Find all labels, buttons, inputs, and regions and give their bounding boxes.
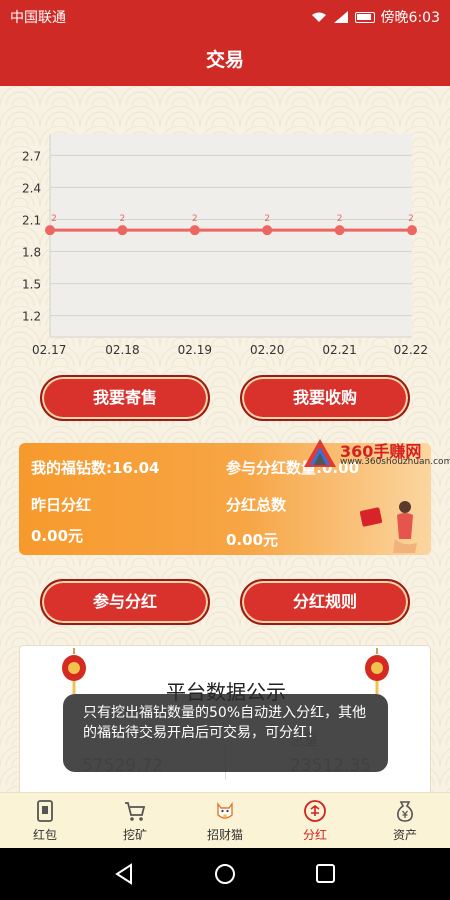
total-value: 0.00元 bbox=[226, 531, 279, 549]
page-title-bar: 交易 bbox=[0, 34, 450, 86]
dividend-rules-button[interactable]: 分红规则 bbox=[240, 579, 410, 625]
tab-dividend[interactable]: 分红 bbox=[270, 793, 360, 848]
data-point bbox=[189, 225, 200, 236]
yesterday-value: 0.00元 bbox=[31, 527, 84, 545]
y-tick-label: 1.8 bbox=[22, 246, 41, 260]
tab-red-packet-label: 红包 bbox=[32, 827, 57, 842]
watermark: 360手赚网 www.360shouzhuan.com bbox=[296, 435, 450, 471]
x-tick-label: 02.20 bbox=[250, 343, 284, 357]
tab-mining-label: 挖矿 bbox=[122, 827, 147, 842]
toast-text: 只有挖出福钻数量的50%自动进入分红，其他的福钻待交易开启后可交易，可分红！ bbox=[83, 705, 367, 741]
data-label: 2 bbox=[192, 214, 198, 224]
watermark-logo-icon bbox=[304, 439, 336, 467]
data-label: 2 bbox=[51, 214, 57, 224]
data-label: 2 bbox=[337, 214, 343, 224]
data-point bbox=[45, 225, 55, 236]
x-tick-label: 02.19 bbox=[178, 343, 212, 357]
data-point bbox=[262, 225, 273, 236]
red-envelope-illustration-icon bbox=[359, 501, 417, 553]
battery-icon bbox=[354, 11, 375, 23]
signal-icon bbox=[333, 11, 348, 23]
data-point bbox=[334, 225, 345, 236]
my-count: 我的福钻数:16.04 bbox=[31, 459, 160, 477]
dividend-rules-label: 分红规则 bbox=[292, 592, 357, 611]
y-tick-label: 2.4 bbox=[22, 181, 41, 195]
line-chart: 2.7 2.4 2.1 1.8 1.5 1.2 02.17 02.18 02.19 02.20 02… bbox=[22, 134, 428, 357]
red-packet-icon bbox=[37, 799, 53, 822]
plot-area bbox=[50, 134, 412, 337]
status-icons: 傍晚6:03 bbox=[311, 7, 440, 27]
sell-button[interactable]: 我要寄售 bbox=[40, 375, 210, 421]
system-nav-bar bbox=[0, 848, 450, 900]
status-time: 傍晚6:03 bbox=[380, 10, 440, 26]
total-label: 分红总数 bbox=[226, 496, 287, 514]
sell-button-label: 我要寄售 bbox=[92, 388, 157, 407]
data-point bbox=[407, 225, 417, 236]
lucky-cat-icon bbox=[217, 801, 233, 819]
x-tick-label: 02.22 bbox=[394, 343, 428, 357]
data-point bbox=[117, 225, 128, 236]
yesterday-label: 昨日分红 bbox=[31, 496, 92, 514]
data-label: 2 bbox=[120, 214, 126, 224]
home-icon[interactable] bbox=[213, 862, 237, 886]
x-tick-label: 02.21 bbox=[322, 343, 356, 357]
y-tick-label: 1.2 bbox=[22, 310, 41, 324]
dividend-icon bbox=[304, 799, 326, 822]
back-icon[interactable] bbox=[113, 862, 135, 886]
recents-icon[interactable] bbox=[314, 862, 336, 886]
wifi-icon bbox=[311, 12, 326, 22]
buy-button[interactable]: 我要收购 bbox=[240, 375, 410, 421]
tab-mining[interactable]: 挖矿 bbox=[90, 793, 180, 848]
tab-dividend-label: 分红 bbox=[302, 827, 327, 842]
tab-assets-label: 资产 bbox=[392, 827, 417, 842]
watermark-url: www.360shouzhuan.com bbox=[340, 457, 450, 467]
tab-assets[interactable]: 资产 bbox=[360, 793, 450, 848]
y-tick-label: 1.5 bbox=[22, 278, 41, 292]
join-dividend-label: 参与分红 bbox=[92, 592, 157, 611]
x-tick-label: 02.18 bbox=[105, 343, 139, 357]
y-tick-label: 2.7 bbox=[22, 149, 41, 163]
bottom-tab-bar: 红包 挖矿 招财猫 分红 资产 bbox=[0, 792, 450, 848]
tab-lucky-cat[interactable]: 招财猫 bbox=[180, 793, 270, 848]
join-dividend-button[interactable]: 参与分红 bbox=[40, 579, 210, 625]
tab-red-packet[interactable]: 红包 bbox=[0, 793, 90, 848]
data-label: 2 bbox=[408, 214, 414, 224]
price-chart: 2.7 2.4 2.1 1.8 1.5 1.2 02.17 02.18 02.19 02.20 02… bbox=[0, 86, 450, 371]
cart-icon bbox=[125, 801, 146, 821]
tab-lucky-cat-label: 招财猫 bbox=[206, 827, 243, 842]
money-bag-icon bbox=[397, 800, 413, 822]
page-title: 交易 bbox=[205, 49, 244, 71]
status-bar: 中国联通 傍晚6:03 bbox=[0, 0, 450, 34]
toast-message: 只有挖出福钻数量的50%自动进入分红，其他的福钻待交易开启后可交易，可分红！ bbox=[63, 694, 388, 772]
x-tick-label: 02.17 bbox=[32, 343, 66, 357]
buy-button-label: 我要收购 bbox=[292, 388, 357, 407]
y-tick-label: 2.1 bbox=[22, 213, 41, 227]
data-label: 2 bbox=[264, 214, 270, 224]
carrier-name: 中国联通 bbox=[10, 10, 66, 26]
